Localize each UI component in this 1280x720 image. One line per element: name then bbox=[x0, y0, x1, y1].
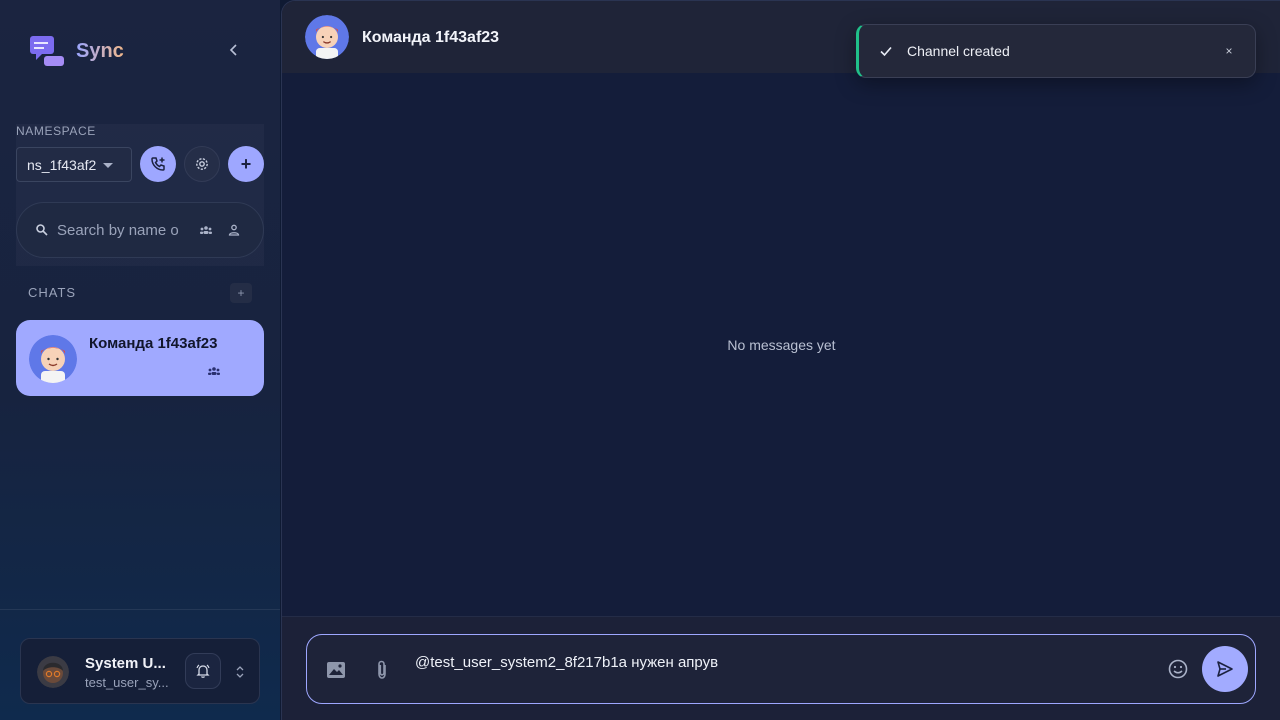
composer-area bbox=[282, 617, 1280, 720]
bell-icon bbox=[196, 664, 210, 678]
gear-icon bbox=[196, 158, 208, 170]
avatar[interactable] bbox=[305, 15, 349, 59]
person-icon[interactable] bbox=[227, 223, 241, 237]
toast-notification: Channel created × bbox=[856, 24, 1256, 78]
paperclip-icon[interactable] bbox=[373, 659, 391, 681]
namespace-select[interactable]: ns_1f43af2 bbox=[16, 147, 132, 182]
group-icon bbox=[208, 367, 220, 375]
brand: Sync bbox=[30, 34, 124, 68]
user-login: test_user_sy... bbox=[85, 675, 169, 690]
add-chat-button[interactable]: + bbox=[230, 283, 252, 303]
caret-down-icon bbox=[103, 163, 113, 168]
avatar bbox=[29, 335, 77, 383]
check-icon bbox=[880, 46, 892, 57]
group-icon[interactable] bbox=[199, 223, 213, 237]
add-button[interactable]: + bbox=[228, 146, 264, 182]
send-button[interactable] bbox=[1202, 646, 1248, 692]
sidebar: Sync NAMESPACE ns_1f43af2 + Search by na… bbox=[0, 0, 280, 720]
namespace-panel: NAMESPACE ns_1f43af2 + bbox=[16, 124, 264, 266]
chevron-updown-icon bbox=[236, 666, 244, 678]
message-input[interactable] bbox=[415, 651, 1155, 673]
search-input[interactable] bbox=[57, 219, 181, 241]
chevron-left-icon bbox=[229, 44, 237, 56]
send-icon bbox=[1217, 661, 1233, 677]
message-composer bbox=[306, 634, 1256, 704]
image-icon[interactable] bbox=[325, 659, 347, 681]
namespace-label: NAMESPACE bbox=[16, 124, 96, 138]
emoji-icon[interactable] bbox=[1167, 658, 1189, 680]
current-user-card[interactable]: System U... test_user_sy... bbox=[20, 638, 260, 704]
namespace-value: ns_1f43af2 bbox=[27, 156, 97, 173]
search-icon bbox=[36, 224, 48, 236]
chat-list-item[interactable]: Команда 1f43af23 bbox=[16, 320, 264, 396]
chat-name: Команда 1f43af23 bbox=[89, 335, 218, 352]
divider bbox=[0, 609, 280, 610]
chats-section-label: CHATS bbox=[28, 285, 77, 300]
notifications-button[interactable] bbox=[185, 653, 221, 689]
toast-close-button[interactable]: × bbox=[1221, 43, 1237, 59]
chat-bubbles-icon bbox=[30, 34, 64, 68]
phone-add-icon bbox=[151, 157, 165, 171]
collapse-sidebar-button[interactable] bbox=[222, 40, 246, 60]
settings-button[interactable] bbox=[184, 146, 220, 182]
empty-state-text: No messages yet bbox=[727, 337, 836, 353]
search-box bbox=[16, 202, 264, 258]
chat-panel: Команда 1f43af23 No messages yet bbox=[281, 0, 1280, 720]
avatar bbox=[37, 656, 69, 688]
brand-name: Sync bbox=[76, 39, 124, 62]
toast-message: Channel created bbox=[907, 43, 1010, 59]
chat-title: Команда 1f43af23 bbox=[362, 29, 500, 46]
user-menu-toggle[interactable] bbox=[233, 663, 247, 681]
call-button[interactable] bbox=[140, 146, 176, 182]
user-name: System U... bbox=[85, 655, 166, 672]
